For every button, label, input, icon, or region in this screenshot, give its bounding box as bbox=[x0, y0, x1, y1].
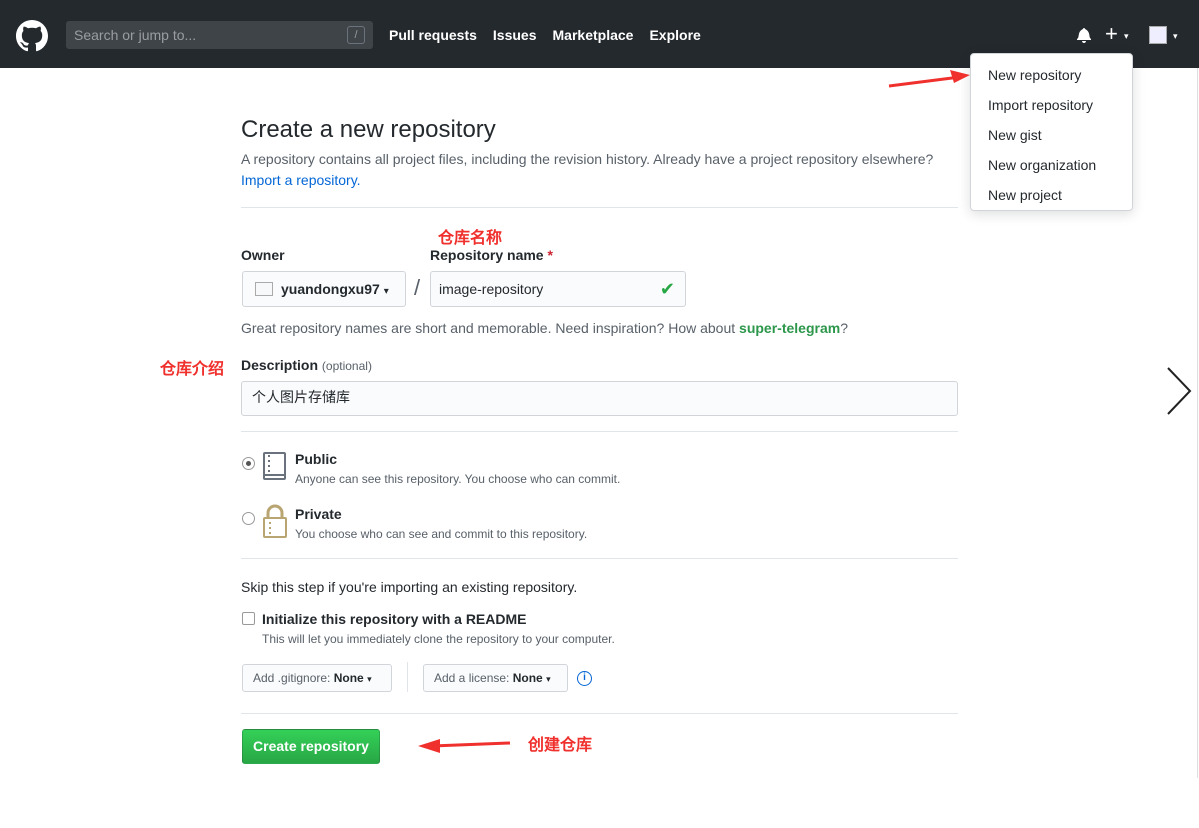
description-label: Description (optional) bbox=[241, 357, 372, 373]
page-lead: A repository contains all project files,… bbox=[241, 149, 971, 191]
repo-name-label: Repository name * bbox=[430, 247, 553, 263]
menu-item-import-repository[interactable]: Import repository bbox=[971, 90, 1132, 120]
nav-pull-requests[interactable]: Pull requests bbox=[389, 27, 477, 43]
license-caret-icon: ▾ bbox=[546, 674, 551, 684]
create-new-dropdown: New repository Import repository New gis… bbox=[970, 53, 1133, 211]
private-title: Private bbox=[295, 506, 342, 522]
chevron-right-icon[interactable] bbox=[1165, 366, 1193, 416]
private-radio[interactable] bbox=[242, 512, 255, 525]
plus-caret-icon: ▾ bbox=[1124, 31, 1129, 41]
hint-prefix: Great repository names are short and mem… bbox=[241, 320, 740, 336]
public-radio[interactable] bbox=[242, 457, 255, 470]
avatar-caret-icon: ▾ bbox=[1173, 31, 1178, 41]
page-title: Create a new repository bbox=[241, 116, 496, 143]
page-edge bbox=[1197, 68, 1198, 778]
gitignore-select-button[interactable]: Add .gitignore: None ▾ bbox=[242, 664, 392, 692]
name-hint: Great repository names are short and mem… bbox=[241, 320, 848, 336]
divider bbox=[241, 207, 958, 208]
arrow-to-new-repository bbox=[888, 75, 961, 88]
divider bbox=[241, 558, 958, 559]
annotation-create: 创建仓库 bbox=[528, 735, 593, 754]
description-optional: (optional) bbox=[321, 359, 372, 373]
menu-item-new-project[interactable]: New project bbox=[971, 180, 1132, 210]
bell-icon[interactable] bbox=[1076, 27, 1092, 43]
github-logo-icon[interactable] bbox=[16, 20, 48, 52]
gitignore-value: None bbox=[333, 671, 364, 685]
annotation-description: 仓库介绍 bbox=[160, 359, 225, 378]
required-mark: * bbox=[547, 247, 553, 263]
repo-name-label-text: Repository name bbox=[430, 247, 544, 263]
search-shortcut-key: / bbox=[347, 26, 365, 44]
public-title: Public bbox=[295, 451, 338, 467]
divider bbox=[241, 713, 958, 714]
repo-book-icon bbox=[263, 452, 286, 480]
owner-caret-icon: ▾ bbox=[383, 286, 389, 297]
arrow-to-create-button bbox=[431, 741, 511, 748]
menu-item-new-repository[interactable]: New repository bbox=[971, 60, 1132, 90]
repository-name-input[interactable]: image-repository ✔ bbox=[430, 271, 686, 307]
menu-item-new-organization[interactable]: New organization bbox=[971, 150, 1132, 180]
gitignore-caret-icon: ▾ bbox=[367, 674, 372, 684]
skip-text: Skip this step if you're importing an ex… bbox=[241, 579, 578, 595]
gitignore-prefix: Add .gitignore: bbox=[253, 671, 331, 685]
arrow-to-create-button-head bbox=[418, 739, 440, 753]
info-icon[interactable]: i bbox=[577, 671, 592, 686]
user-avatar[interactable] bbox=[1149, 26, 1167, 44]
owner-repo-separator: / bbox=[414, 275, 421, 300]
search-input[interactable]: Search or jump to... / bbox=[66, 21, 373, 49]
lock-icon bbox=[263, 504, 287, 538]
create-new-plus-icon[interactable]: + bbox=[1105, 23, 1118, 45]
private-description: You choose who can see and commit to thi… bbox=[295, 527, 588, 541]
license-prefix: Add a license: bbox=[434, 671, 510, 685]
lead-text: A repository contains all project files,… bbox=[241, 151, 934, 167]
check-icon: ✔ bbox=[659, 279, 675, 299]
license-value: None bbox=[512, 671, 543, 685]
public-description: Anyone can see this repository. You choo… bbox=[295, 472, 621, 486]
description-input[interactable]: 个人图片存储库 bbox=[241, 381, 958, 416]
owner-value: yuandongxu97 bbox=[281, 281, 380, 297]
init-readme-checkbox[interactable] bbox=[242, 612, 255, 625]
import-repository-link[interactable]: Import a repository. bbox=[241, 172, 361, 188]
license-select-button[interactable]: Add a license: None ▾ bbox=[423, 664, 568, 692]
annotation-repo-name: 仓库名称 bbox=[438, 228, 503, 247]
owner-avatar bbox=[255, 282, 273, 296]
owner-label: Owner bbox=[241, 247, 285, 263]
main-nav: Pull requests Issues Marketplace Explore bbox=[389, 27, 701, 43]
create-repository-button[interactable]: Create repository bbox=[242, 729, 380, 764]
menu-item-new-gist[interactable]: New gist bbox=[971, 120, 1132, 150]
hint-suffix: ? bbox=[840, 320, 848, 336]
description-value: 个人图片存储库 bbox=[252, 390, 350, 406]
init-readme-description: This will let you immediately clone the … bbox=[262, 632, 615, 646]
divider bbox=[241, 431, 958, 432]
arrow-to-new-repository-head bbox=[950, 70, 970, 83]
description-label-text: Description bbox=[241, 357, 319, 373]
suggested-name[interactable]: super-telegram bbox=[739, 320, 840, 336]
init-readme-label[interactable]: Initialize this repository with a README bbox=[262, 611, 526, 627]
nav-marketplace[interactable]: Marketplace bbox=[553, 27, 634, 43]
nav-issues[interactable]: Issues bbox=[493, 27, 537, 43]
select-divider bbox=[407, 662, 408, 692]
search-placeholder: Search or jump to... bbox=[74, 27, 197, 43]
owner-select-button[interactable]: yuandongxu97 ▾ bbox=[242, 271, 406, 307]
nav-explore[interactable]: Explore bbox=[649, 27, 700, 43]
repository-name-value: image-repository bbox=[439, 281, 544, 297]
